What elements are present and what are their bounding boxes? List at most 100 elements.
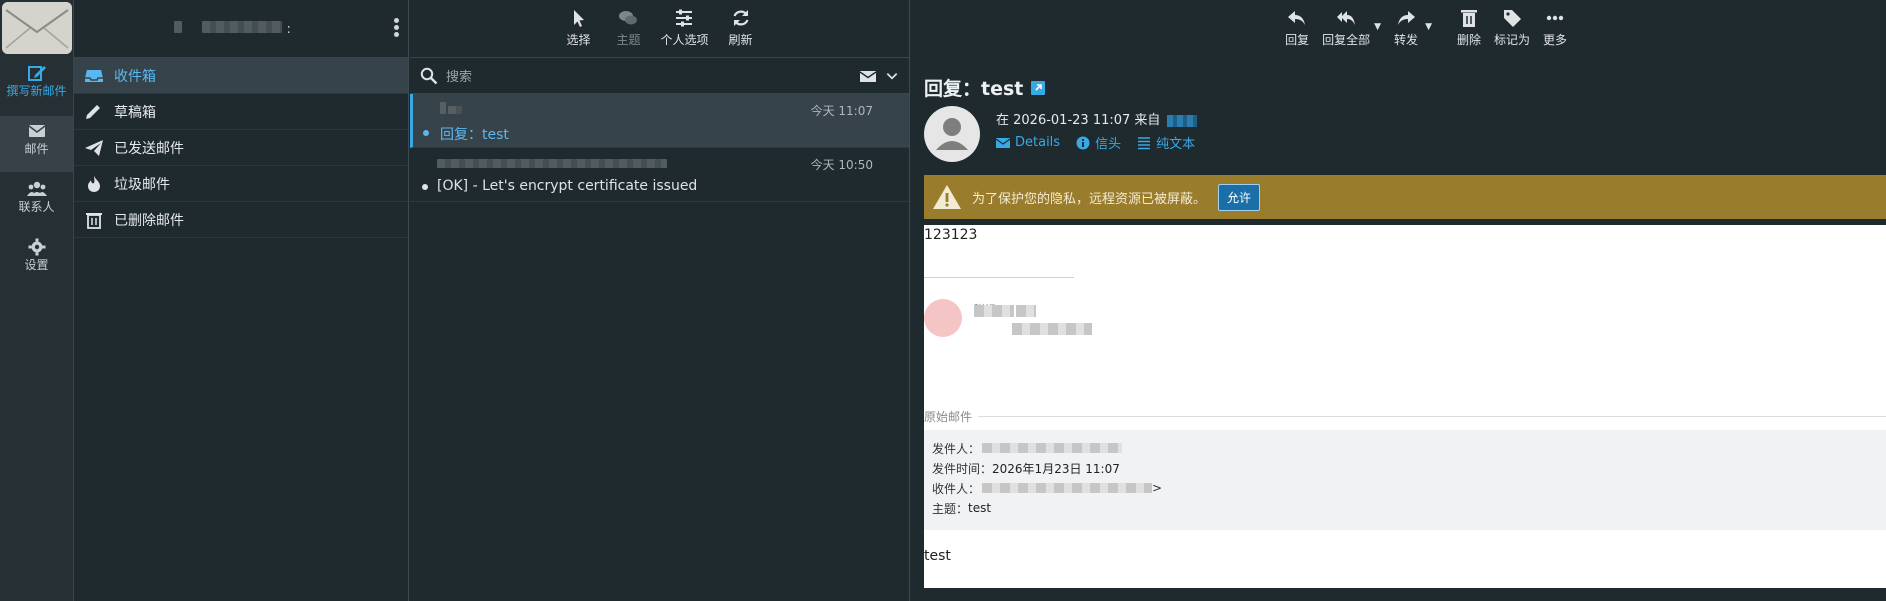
refresh-icon [732,10,749,26]
folder-sent-label: 已发送邮件 [114,140,184,157]
folder-sent[interactable]: 已发送邮件 [74,130,408,166]
message-time: 今天 10:50 [810,158,873,172]
message-list-item[interactable]: 今天 10:50 [OK] - Let's encrypt certificat… [410,148,909,202]
select-button[interactable]: 选择 [560,8,596,57]
header-links: Details 信头 纯文本 [996,133,1195,152]
more-button[interactable]: 更多 [1540,8,1570,58]
tag-icon [1503,10,1521,27]
folder-trash-label: 已删除邮件 [114,212,184,229]
message-list-item[interactable]: 今天 11:07 回复：test [410,94,909,148]
rail-settings[interactable]: 设置 [0,232,73,288]
message-subject: 回复：test [440,127,509,143]
original-message-label: 原始邮件 [924,408,1886,425]
message-time: 今天 11:07 [810,104,873,118]
mail-logo-icon [2,2,72,54]
quoted-body-text: test [924,548,951,564]
attachment-info [974,305,1092,339]
chevron-down-icon[interactable] [885,67,899,85]
pencil-icon [86,104,100,119]
folder-pane: : 收件箱 草稿箱 已发送邮件 垃圾邮件 已删除邮件 [74,0,409,601]
users-icon [0,174,73,198]
trash-icon [1460,10,1477,27]
reading-pane: 回复 回复全部 ▼ 转发 ▼ 删除 标记为 更多 回复：test 在 2026-… [911,0,1886,601]
reply-button[interactable]: 回复 [1282,8,1312,58]
message-header: 回复：test 在 2026-01-23 11:07 来自 Details 信头… [924,74,1874,162]
envelope-icon [996,137,1010,148]
sender-link[interactable] [1166,114,1197,127]
quoted-headers: 发件人： 发件时间： 2026年1月23日 11:07 收件人： > 主题： test [924,430,1886,530]
folder-trash[interactable]: 已删除邮件 [74,202,408,238]
privacy-notice-text: 为了保护您的隐私，远程资源已被屏蔽。 [972,191,1207,207]
account-name[interactable]: : [174,21,354,37]
reader-toolbar: 回复 回复全部 ▼ 转发 ▼ 删除 标记为 更多 [911,0,1886,58]
envelope-filter-icon[interactable] [859,67,877,85]
search-bar: 搜索 [410,58,909,94]
open-external-icon[interactable] [1031,80,1046,95]
forward-dropdown-icon[interactable]: ▼ [1425,22,1432,32]
unread-dot [423,130,429,136]
reply-all-dropdown-icon[interactable]: ▼ [1374,22,1381,32]
remote-content-warning: 为了保护您的隐私，远程资源已被屏蔽。 允许 [924,175,1886,219]
message-list-pane: 选择 主题 个人选项 刷新 搜索 今天 11:07 回复：test 今天 10:… [410,0,910,601]
envelope-icon [0,116,73,140]
folder-junk-label: 垃圾邮件 [114,176,170,193]
paper-plane-icon [85,139,103,156]
forward-button[interactable]: 转发 [1391,8,1421,58]
plaintext-link[interactable]: 纯文本 [1137,133,1195,152]
avatar [924,106,980,162]
folder-junk[interactable]: 垃圾邮件 [74,166,408,202]
forward-icon [1398,11,1416,25]
gear-icon [0,232,73,256]
compose-button[interactable]: 撰写新邮件 [0,58,73,114]
message-meta: 在 2026-01-23 11:07 来自 [996,109,1197,128]
allow-remote-button[interactable]: 允许 [1218,183,1261,211]
quote-to-row: 收件人： > [932,481,1163,496]
signature-divider [924,277,1074,278]
comments-icon [619,11,638,25]
folder-drafts-label: 草稿箱 [114,104,156,121]
info-icon [1076,136,1090,149]
ellipsis-icon [1546,15,1564,21]
quote-subject-row: 主题： test [932,501,992,516]
compose-label: 撰写新邮件 [6,84,67,98]
reply-all-button[interactable]: 回复全部 [1322,8,1370,58]
cursor-icon [574,10,585,27]
reply-all-icon [1337,11,1356,25]
account-bar: : [74,0,408,58]
rail-contacts-label: 联系人 [18,200,55,214]
warning-icon [933,185,961,209]
reply-icon [1288,11,1306,25]
search-icon [420,67,438,84]
message-from [440,102,462,118]
body-text: 123123 [924,227,978,243]
rail-mail[interactable]: 邮件 [0,116,73,172]
fire-icon [88,175,100,192]
mark-as-button[interactable]: 标记为 [1494,8,1530,58]
rail-contacts[interactable]: 联系人 [0,174,73,230]
sliders-icon [676,9,693,27]
details-link[interactable]: Details [996,133,1060,152]
message-subject-title: 回复：test [924,74,1874,101]
message-from [437,156,667,172]
inbox-icon [85,69,103,82]
quote-sent-row: 发件时间： 2026年1月23日 11:07 [932,461,1120,476]
headers-link[interactable]: 信头 [1076,133,1121,152]
list-toolbar: 选择 主题 个人选项 刷新 [410,0,909,58]
account-menu-icon[interactable] [394,18,400,40]
list-options-button[interactable]: 个人选项 [660,8,709,57]
attachment-avatar [924,299,962,337]
folder-inbox[interactable]: 收件箱 [74,58,408,94]
app-nav-rail: 撰写新邮件 邮件 联系人 设置 [0,0,74,601]
search-input[interactable]: 搜索 [446,66,859,85]
unread-dot [422,184,428,190]
refresh-button[interactable]: 刷新 [723,8,759,57]
folder-inbox-label: 收件箱 [114,68,156,85]
folder-drafts[interactable]: 草稿箱 [74,94,408,130]
thread-button[interactable]: 主题 [610,8,646,57]
message-body: 123123 附记 原始邮件 发件人： 发件时间：2026年1月23日 11:0… [924,225,1886,588]
trash-icon [86,212,102,229]
delete-button[interactable]: 删除 [1454,8,1484,58]
message-subject: [OK] - Let's encrypt certificate issued [437,178,698,194]
rail-mail-label: 邮件 [24,142,49,156]
rail-settings-label: 设置 [24,258,49,272]
